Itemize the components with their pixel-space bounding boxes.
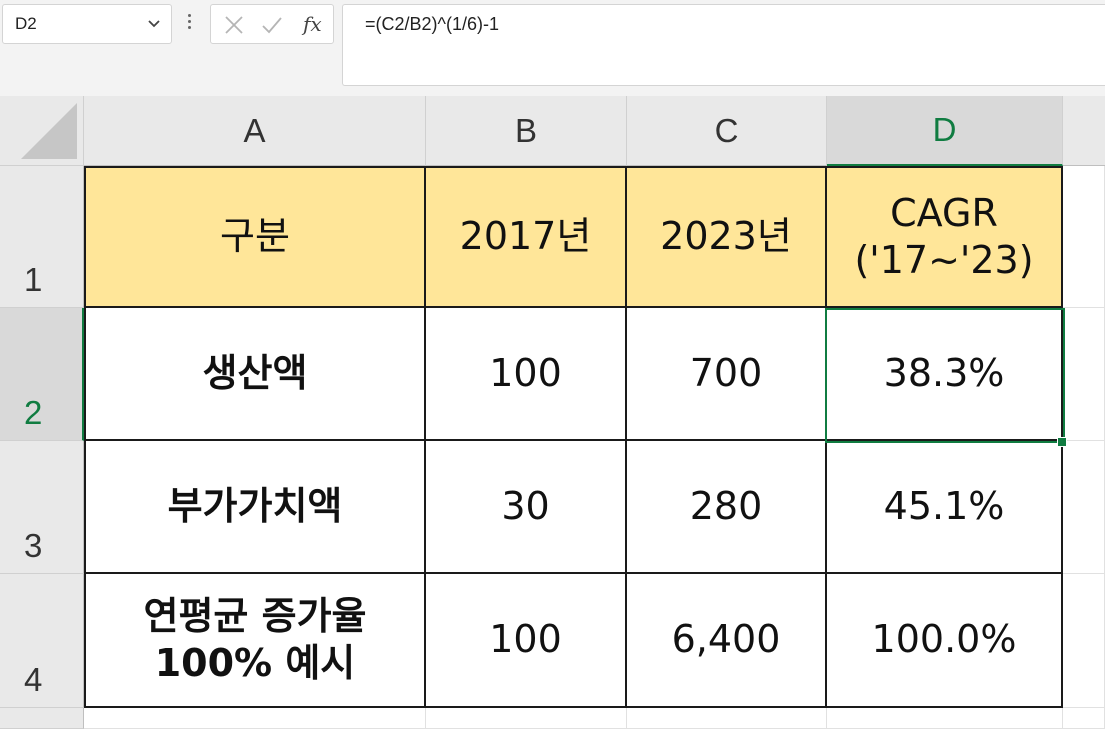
cell-b5[interactable] <box>426 708 627 729</box>
cell-c5[interactable] <box>627 708 827 729</box>
cell-a1[interactable]: 구분 <box>84 166 426 308</box>
cell-text: 100 <box>489 350 562 395</box>
cell-e3[interactable] <box>1063 441 1105 574</box>
cell-text-line1: CAGR <box>890 190 998 235</box>
cell-text: 6,400 <box>671 617 781 662</box>
row-header-3[interactable]: 3 <box>0 441 84 574</box>
cell-a5[interactable] <box>84 708 426 729</box>
formula-text: =(C2/B2)^(1/6)-1 <box>365 14 499 34</box>
cell-a3[interactable]: 부가가치액 <box>84 441 426 574</box>
select-all-button[interactable] <box>0 96 84 166</box>
column-header-c[interactable]: C <box>627 96 827 166</box>
row-number: 2 <box>24 394 43 431</box>
cell-b2[interactable]: 100 <box>426 308 627 441</box>
cell-d1[interactable]: CAGR ('17~'23) <box>827 166 1063 308</box>
cell-text: 45.1% <box>883 483 1005 528</box>
formula-bar: D2 fx =(C2/B2)^(1/6)-1 <box>0 0 1105 96</box>
cell-text-line1: 연평균 증가율 <box>143 593 367 638</box>
cell-text: 구분 <box>220 214 290 259</box>
cell-b1[interactable]: 2017년 <box>426 166 627 308</box>
cell-d2[interactable]: 38.3% <box>827 308 1063 441</box>
row-header-5[interactable] <box>0 708 84 729</box>
cell-text: 30 <box>501 483 550 528</box>
row-header-2[interactable]: 2 <box>0 308 84 441</box>
formula-input[interactable]: =(C2/B2)^(1/6)-1 <box>342 4 1105 86</box>
cell-b3[interactable]: 30 <box>426 441 627 574</box>
cell-c3[interactable]: 280 <box>627 441 827 574</box>
cell-text-line2: 100% 예시 <box>154 641 356 685</box>
cell-d4[interactable]: 100.0% <box>827 574 1063 708</box>
insert-function-button[interactable]: fx <box>303 12 322 36</box>
cell-text: 100 <box>489 617 562 662</box>
formula-buttons: fx <box>210 4 334 44</box>
fill-handle[interactable] <box>1057 437 1067 447</box>
cell-text: 2023년 <box>660 214 792 259</box>
cell-c1[interactable]: 2023년 <box>627 166 827 308</box>
select-all-icon <box>21 103 77 159</box>
row-number: 3 <box>24 527 43 564</box>
column-header-a[interactable]: A <box>84 96 426 166</box>
cell-e2[interactable] <box>1063 308 1105 441</box>
column-header-d[interactable]: D <box>827 96 1063 166</box>
name-box[interactable]: D2 <box>2 4 172 44</box>
row-header-4[interactable]: 4 <box>0 574 84 708</box>
cell-d5[interactable] <box>827 708 1063 729</box>
cell-e4[interactable] <box>1063 574 1105 708</box>
row-number: 4 <box>24 661 43 698</box>
row-number: 1 <box>24 261 43 298</box>
cell-c4[interactable]: 6,400 <box>627 574 827 708</box>
cell-text: 38.3% <box>883 350 1005 395</box>
cell-a2[interactable]: 생산액 <box>84 308 426 441</box>
more-options-icon[interactable] <box>186 12 192 34</box>
cell-text: 2017년 <box>459 214 592 259</box>
cell-e5[interactable] <box>1063 708 1105 729</box>
cell-text: 280 <box>689 483 763 528</box>
name-box-value: D2 <box>15 14 37 33</box>
column-header-b[interactable]: B <box>426 96 627 166</box>
check-icon[interactable] <box>261 14 283 36</box>
cell-a4[interactable]: 연평균 증가율 100% 예시 <box>84 574 426 708</box>
cell-b4[interactable]: 100 <box>426 574 627 708</box>
cell-text: 부가가치액 <box>167 483 343 528</box>
cell-text: 700 <box>689 350 763 395</box>
cell-text-line2: ('17~'23) <box>854 238 1034 282</box>
row-header-1[interactable]: 1 <box>0 166 84 308</box>
spreadsheet-grid: A B C D 1 2 3 4 구분 2017년 2023년 CAGR ('17… <box>0 96 1105 729</box>
close-icon[interactable] <box>223 14 245 36</box>
cell-text: 100.0% <box>871 617 1017 662</box>
cell-text: 생산액 <box>202 350 308 395</box>
cell-c2[interactable]: 700 <box>627 308 827 441</box>
cell-d3[interactable]: 45.1% <box>827 441 1063 574</box>
chevron-down-icon[interactable] <box>147 19 161 29</box>
cell-e1[interactable] <box>1063 166 1105 308</box>
column-header-e[interactable] <box>1063 96 1105 166</box>
